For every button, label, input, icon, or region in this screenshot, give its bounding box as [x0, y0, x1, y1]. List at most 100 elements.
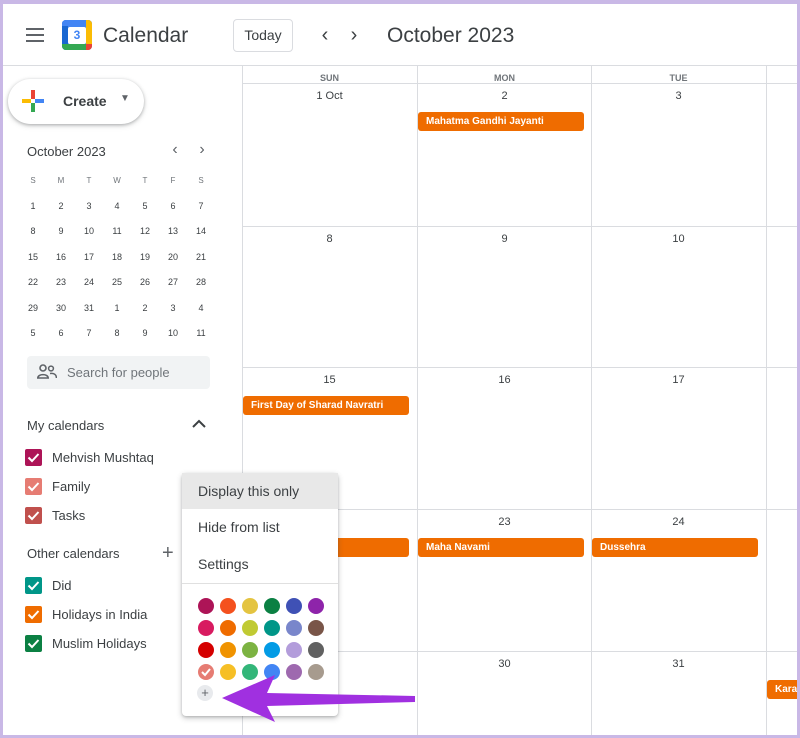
main-menu-icon[interactable] [26, 28, 44, 42]
mini-day[interactable]: 17 [75, 245, 103, 271]
next-period-button[interactable]: › [344, 24, 364, 46]
mini-day[interactable]: 11 [187, 321, 215, 347]
color-swatch[interactable] [264, 642, 280, 658]
mini-day[interactable]: 6 [47, 321, 75, 347]
mini-day[interactable]: 10 [75, 219, 103, 245]
day-number[interactable]: 23 [417, 516, 592, 528]
mini-day[interactable]: 28 [187, 270, 215, 296]
color-swatch[interactable] [220, 642, 236, 658]
mini-day[interactable]: 25 [103, 270, 131, 296]
mini-day[interactable]: 30 [47, 296, 75, 322]
day-number[interactable]: 17 [591, 374, 766, 386]
mini-day[interactable]: 7 [75, 321, 103, 347]
event-chip[interactable]: Dussehra [592, 538, 758, 557]
event-chip[interactable]: Mahatma Gandhi Jayanti [418, 112, 584, 131]
mini-day[interactable]: 8 [19, 219, 47, 245]
color-swatch[interactable] [220, 598, 236, 614]
display-this-only-item[interactable]: Display this only [182, 473, 338, 509]
today-button[interactable]: Today [233, 19, 293, 52]
day-number[interactable]: 10 [591, 233, 766, 245]
mini-day[interactable]: 1 [19, 194, 47, 220]
color-swatch[interactable] [198, 620, 214, 636]
mini-day[interactable]: 4 [103, 194, 131, 220]
mini-day[interactable]: 10 [159, 321, 187, 347]
color-swatch[interactable] [198, 598, 214, 614]
mini-day[interactable]: 1 [103, 296, 131, 322]
add-custom-color-button[interactable]: + [197, 685, 213, 701]
mini-day[interactable]: 2 [47, 194, 75, 220]
create-dropdown-icon[interactable]: ▼ [120, 93, 130, 104]
checkbox-checked-icon[interactable] [25, 635, 42, 652]
other-calendars-title[interactable]: Other calendars [27, 546, 120, 561]
mini-day[interactable]: 11 [103, 219, 131, 245]
mini-day[interactable]: 5 [131, 194, 159, 220]
mini-day[interactable]: 13 [159, 219, 187, 245]
mini-calendar-prev-button[interactable]: ‹ [167, 141, 183, 159]
selected-color-swatch[interactable] [198, 664, 214, 680]
day-number[interactable]: 9 [417, 233, 592, 245]
color-swatch[interactable] [286, 598, 302, 614]
mini-day[interactable]: 6 [159, 194, 187, 220]
checkbox-checked-icon[interactable] [25, 449, 42, 466]
mini-day[interactable]: 9 [47, 219, 75, 245]
color-swatch[interactable] [308, 642, 324, 658]
event-chip[interactable]: Maha Navami [418, 538, 584, 557]
color-swatch[interactable] [242, 642, 258, 658]
event-chip[interactable]: Karal [767, 680, 800, 699]
day-number[interactable]: 15 [242, 374, 417, 386]
mini-day[interactable]: 21 [187, 245, 215, 271]
color-swatch[interactable] [198, 642, 214, 658]
mini-day[interactable]: 18 [103, 245, 131, 271]
checkbox-checked-icon[interactable] [25, 606, 42, 623]
day-number[interactable]: 2 [417, 90, 592, 102]
create-button[interactable]: Create ▼ [8, 79, 144, 124]
mini-calendar-next-button[interactable]: › [194, 141, 210, 159]
mini-day[interactable]: 16 [47, 245, 75, 271]
mini-day[interactable]: 9 [131, 321, 159, 347]
color-swatch[interactable] [242, 598, 258, 614]
settings-item[interactable]: Settings [182, 546, 338, 582]
event-chip[interactable]: First Day of Sharad Navratri [243, 396, 409, 415]
chevron-up-icon[interactable] [191, 416, 207, 432]
mini-day[interactable]: 22 [19, 270, 47, 296]
color-swatch[interactable] [242, 620, 258, 636]
day-number[interactable]: 3 [591, 90, 766, 102]
color-swatch[interactable] [264, 620, 280, 636]
mini-day[interactable]: 31 [75, 296, 103, 322]
mini-day[interactable]: 27 [159, 270, 187, 296]
color-swatch[interactable] [220, 620, 236, 636]
checkbox-checked-icon[interactable] [25, 577, 42, 594]
mini-day[interactable]: 12 [131, 219, 159, 245]
add-other-calendar-button[interactable]: + [162, 543, 174, 563]
checkbox-checked-icon[interactable] [25, 507, 42, 524]
color-swatch[interactable] [286, 620, 302, 636]
mini-day[interactable]: 15 [19, 245, 47, 271]
hide-from-list-item[interactable]: Hide from list [182, 509, 338, 545]
mini-day[interactable]: 3 [159, 296, 187, 322]
day-number[interactable]: 30 [417, 658, 592, 670]
day-number[interactable]: 24 [591, 516, 766, 528]
mini-day[interactable]: 24 [75, 270, 103, 296]
mini-day[interactable]: 20 [159, 245, 187, 271]
day-number[interactable]: 1 Oct [242, 90, 417, 102]
mini-day[interactable]: 8 [103, 321, 131, 347]
search-people-input[interactable]: Search for people [27, 356, 210, 389]
mini-day[interactable]: 19 [131, 245, 159, 271]
color-swatch[interactable] [264, 598, 280, 614]
mini-day[interactable]: 2 [131, 296, 159, 322]
checkbox-checked-icon[interactable] [25, 478, 42, 495]
mini-day[interactable]: 14 [187, 219, 215, 245]
mini-day[interactable]: 4 [187, 296, 215, 322]
color-swatch[interactable] [308, 620, 324, 636]
day-number[interactable]: 8 [242, 233, 417, 245]
mini-day[interactable]: 7 [187, 194, 215, 220]
mini-day[interactable]: 26 [131, 270, 159, 296]
color-swatch[interactable] [308, 598, 324, 614]
mini-day[interactable]: 29 [19, 296, 47, 322]
mini-day[interactable]: 23 [47, 270, 75, 296]
mini-day[interactable]: 5 [19, 321, 47, 347]
mini-day[interactable]: 3 [75, 194, 103, 220]
my-calendars-title[interactable]: My calendars [27, 418, 104, 433]
day-number[interactable]: 16 [417, 374, 592, 386]
previous-period-button[interactable]: ‹ [315, 24, 335, 46]
